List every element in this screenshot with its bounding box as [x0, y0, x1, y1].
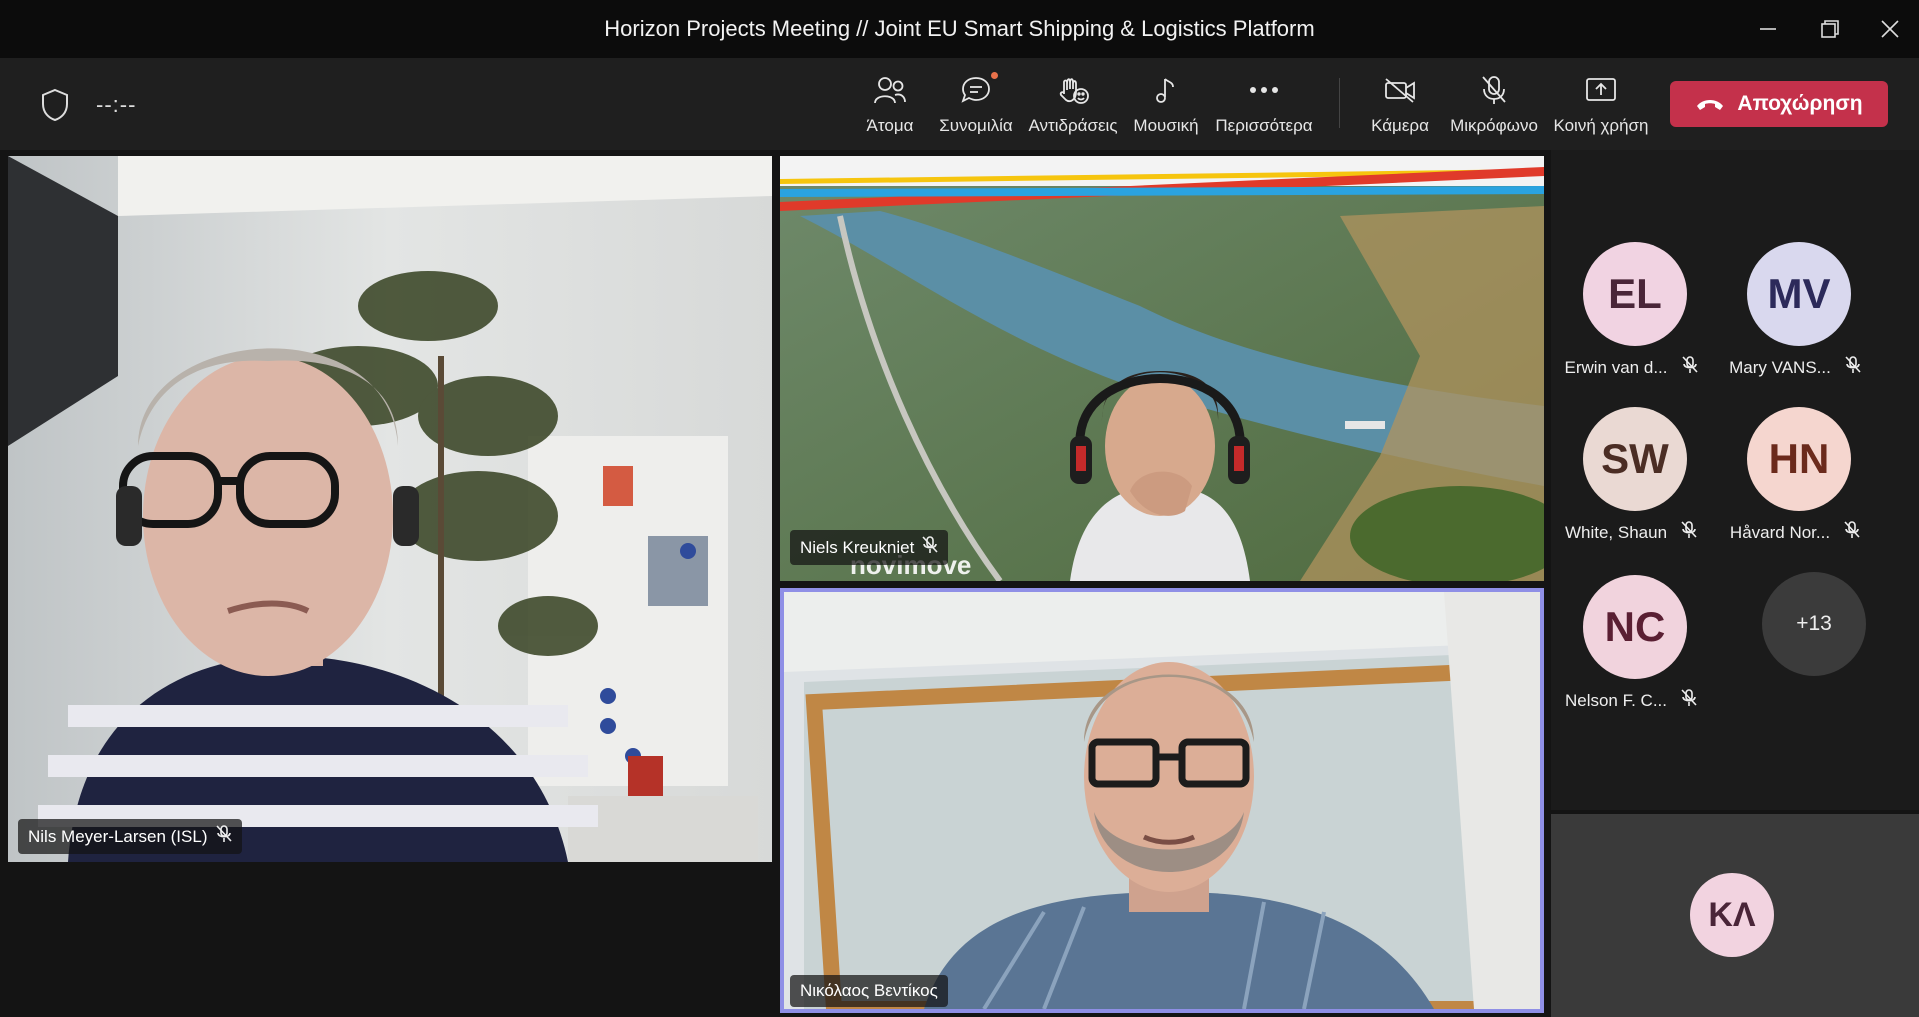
microphone-button[interactable]: Μικρόφωνο	[1447, 70, 1541, 142]
video-tile-niels[interactable]: novimove Niels Kreukniet	[780, 156, 1544, 581]
toolbar-divider	[1339, 78, 1340, 128]
participant-label: Nelson F. C...	[1551, 689, 1711, 712]
video-feed: novimove	[780, 156, 1544, 581]
meeting-timer: --:--	[96, 92, 137, 117]
participant-tile[interactable]: MV Mary VANS...	[1715, 242, 1875, 392]
participant-tile[interactable]: NC Nelson F. C...	[1551, 575, 1711, 725]
video-name-tag: Niels Kreukniet	[790, 530, 949, 565]
participant-label: Mary VANS...	[1715, 356, 1875, 379]
music-label: Μουσική	[1133, 116, 1199, 135]
muted-icon	[1844, 521, 1860, 544]
close-button[interactable]	[1862, 0, 1918, 58]
muted-icon	[215, 825, 232, 848]
shield-icon[interactable]	[40, 88, 70, 127]
camera-off-icon	[1385, 78, 1415, 103]
chat-icon	[961, 77, 990, 103]
hang-up-icon	[1697, 100, 1724, 110]
reactions-icon	[1059, 78, 1089, 104]
participant-label: White, Shaun	[1551, 521, 1711, 544]
avatar: EL	[1583, 242, 1687, 346]
participant-name: Νικόλαος Βεντίκος	[800, 981, 938, 1000]
restore-icon	[1821, 20, 1839, 38]
participants-panel: EL Erwin van d... MV Mary VANS... SW Whi…	[1551, 150, 1919, 810]
more-label: Περισσότερα	[1215, 116, 1313, 135]
video-name-tag: Νικόλαος Βεντίκος	[790, 975, 948, 1007]
avatar: HN	[1747, 407, 1851, 511]
minimize-icon	[1760, 28, 1776, 30]
share-button[interactable]: Κοινή χρήση	[1553, 70, 1649, 142]
leave-label: Αποχώρηση	[1737, 92, 1863, 115]
participant-label: Erwin van d...	[1551, 356, 1711, 379]
people-label: Άτομα	[866, 116, 914, 135]
video-tile-nils[interactable]: Nils Meyer-Larsen (ISL)	[8, 156, 772, 862]
video-tile-nikolaos[interactable]: Νικόλαος Βεντίκος	[780, 588, 1544, 1013]
avatar: SW	[1583, 407, 1687, 511]
leave-button[interactable]: Αποχώρηση	[1670, 81, 1888, 127]
close-icon	[1881, 20, 1899, 38]
avatar: NC	[1583, 575, 1687, 679]
participant-name: Nils Meyer-Larsen (ISL)	[28, 826, 208, 846]
muted-icon	[1681, 689, 1697, 712]
music-button[interactable]: Μουσική	[1132, 70, 1200, 142]
music-icon	[1156, 78, 1174, 103]
participant-tile[interactable]: HN Håvard Nor...	[1715, 407, 1875, 557]
more-icon	[1250, 87, 1278, 93]
restore-button[interactable]	[1802, 0, 1858, 58]
muted-icon	[1681, 356, 1698, 379]
muted-icon	[1845, 356, 1861, 379]
self-avatar: ΚΛ	[1690, 873, 1774, 957]
avatar: MV	[1747, 242, 1851, 346]
share-label: Κοινή χρήση	[1553, 116, 1649, 135]
participant-name: Håvard Nor...	[1729, 522, 1831, 542]
minimize-button[interactable]	[1740, 0, 1796, 58]
participant-name: Mary VANS...	[1729, 357, 1831, 377]
muted-icon	[1681, 521, 1697, 544]
video-feed	[784, 592, 1540, 1009]
participant-name: Erwin van d...	[1564, 357, 1668, 377]
chat-button[interactable]: Συνομιλία	[935, 70, 1017, 142]
camera-button[interactable]: Κάμερα	[1369, 70, 1431, 142]
reactions-button[interactable]: Αντιδράσεις	[1027, 70, 1119, 142]
participant-label: Håvard Nor...	[1715, 521, 1875, 544]
chat-notification-dot	[989, 70, 1000, 81]
more-button[interactable]: Περισσότερα	[1214, 70, 1314, 142]
share-icon	[1586, 78, 1616, 101]
microphone-label: Μικρόφωνο	[1450, 116, 1538, 135]
participant-name: White, Shaun	[1564, 522, 1668, 542]
video-feed	[8, 156, 772, 862]
muted-icon	[922, 536, 938, 559]
title-bar: Horizon Projects Meeting // Joint EU Sma…	[0, 0, 1919, 58]
participant-tile[interactable]: SW White, Shaun	[1551, 407, 1711, 557]
window-title: Horizon Projects Meeting // Joint EU Sma…	[604, 16, 1315, 41]
reactions-label: Αντιδράσεις	[1028, 116, 1118, 135]
participant-name: Nelson F. C...	[1564, 690, 1668, 710]
more-participants-button[interactable]: +13	[1762, 572, 1866, 676]
participant-name: Niels Kreukniet	[800, 537, 915, 557]
people-icon	[874, 77, 906, 104]
self-preview: ΚΛ	[1551, 814, 1919, 1017]
chat-label: Συνομιλία	[939, 116, 1013, 135]
meeting-toolbar: --:-- Άτομα Συνομιλία Αντιδράσεις Μουσικ…	[0, 58, 1919, 150]
camera-label: Κάμερα	[1371, 116, 1429, 135]
video-name-tag: Nils Meyer-Larsen (ISL)	[18, 819, 242, 854]
mic-off-icon	[1482, 76, 1506, 104]
participant-tile[interactable]: EL Erwin van d...	[1551, 242, 1711, 392]
people-button[interactable]: Άτομα	[858, 70, 922, 142]
